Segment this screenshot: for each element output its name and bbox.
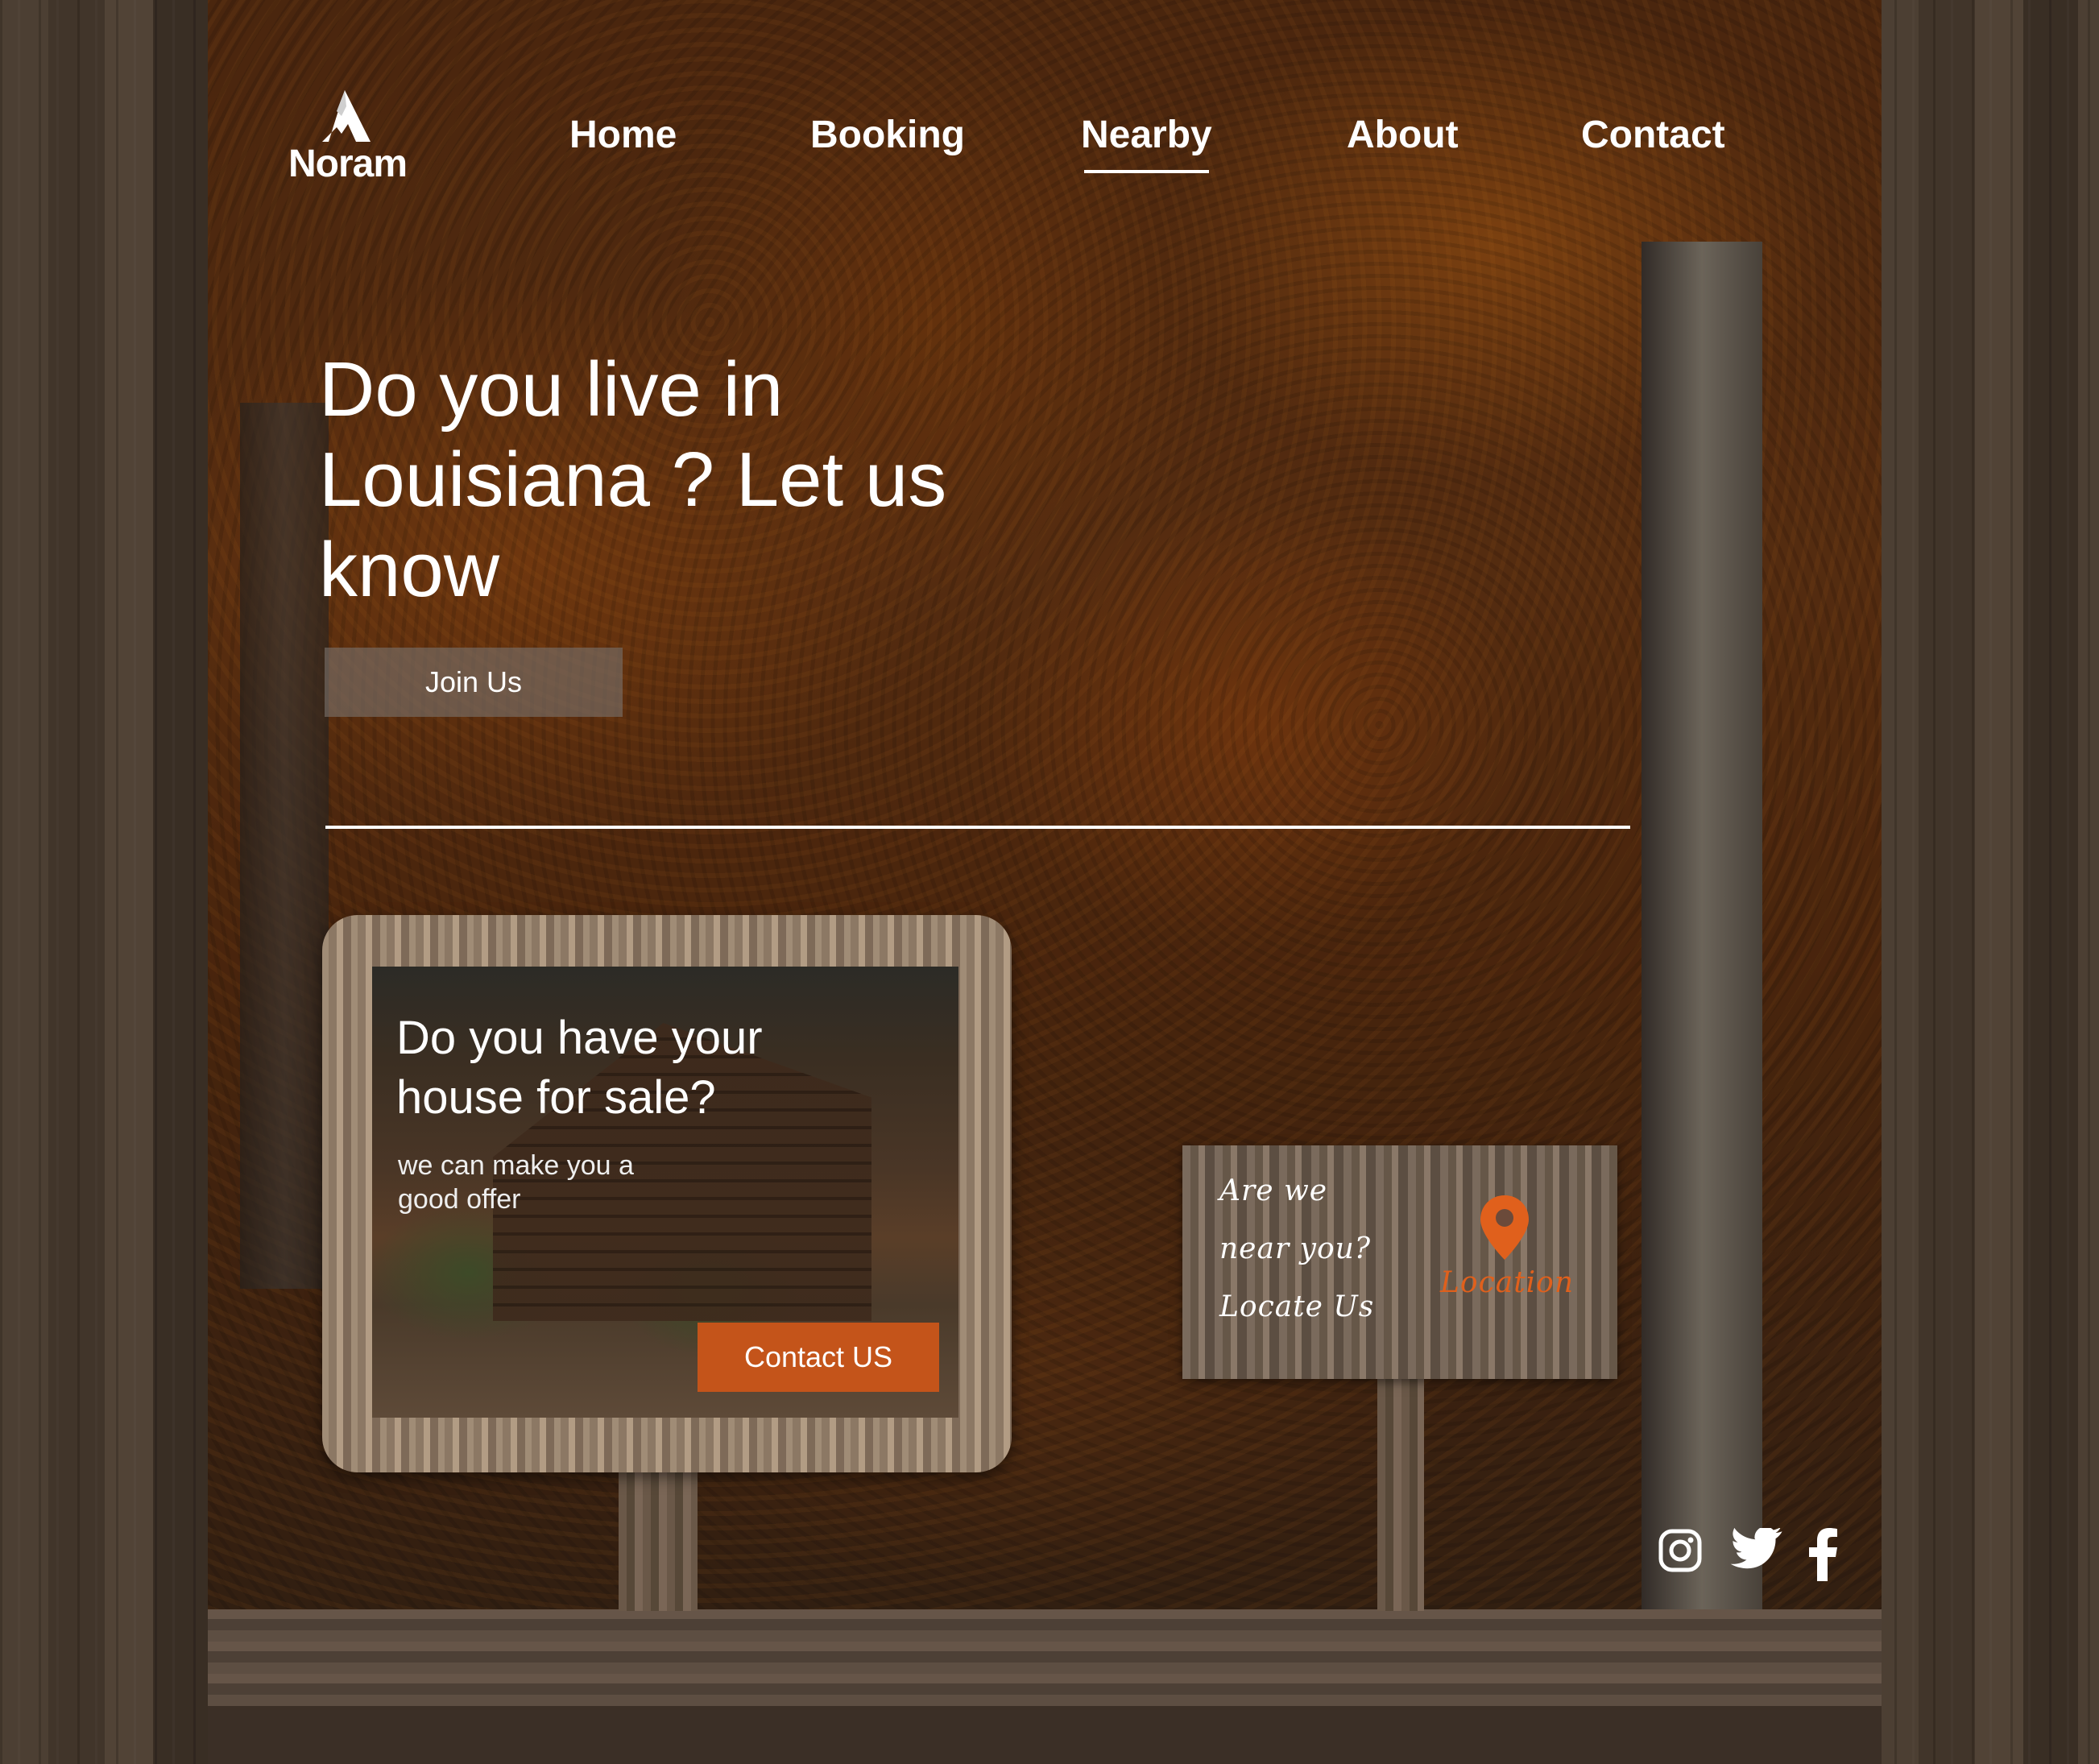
nav-nearby[interactable]: Nearby (1081, 113, 1212, 173)
location-label[interactable]: Location (1440, 1266, 1574, 1299)
sale-billboard: Do you have your house for sale? we can … (322, 915, 1012, 1472)
brand-logo[interactable]: Noram (288, 87, 408, 185)
instagram-icon[interactable] (1656, 1526, 1704, 1575)
wood-beam-shadow (208, 1706, 1882, 1764)
section-divider (325, 826, 1630, 829)
sign-post (1377, 1369, 1424, 1611)
contact-us-button[interactable]: Contact US (698, 1323, 939, 1392)
location-pin-icon[interactable] (1479, 1194, 1530, 1261)
nav-about[interactable]: About (1347, 113, 1459, 157)
nav-contact[interactable]: Contact (1581, 113, 1725, 157)
mountain-icon (322, 90, 371, 142)
hero-title: Do you live in Louisiana ? Let us know (319, 346, 947, 613)
join-us-button[interactable]: Join Us (325, 648, 623, 717)
sale-card-title: Do you have your house for sale? (396, 1012, 763, 1124)
sign-line-2: near you? (1219, 1232, 1372, 1265)
location-sign[interactable]: Are we near you? Locate Us Location (1182, 1145, 1617, 1379)
nav-home[interactable]: Home (569, 113, 677, 157)
twitter-icon[interactable] (1728, 1526, 1785, 1575)
wood-beam (208, 1609, 1882, 1706)
facebook-icon[interactable] (1803, 1526, 1843, 1583)
cabin-image: Do you have your house for sale? we can … (372, 967, 958, 1418)
sign-line-3: Locate Us (1219, 1290, 1375, 1323)
brand-name: Noram (288, 143, 408, 185)
sign-line-1: Are we (1219, 1174, 1328, 1207)
nav-booking[interactable]: Booking (810, 113, 965, 157)
sale-card-subtitle: we can make you a good offer (398, 1150, 634, 1215)
